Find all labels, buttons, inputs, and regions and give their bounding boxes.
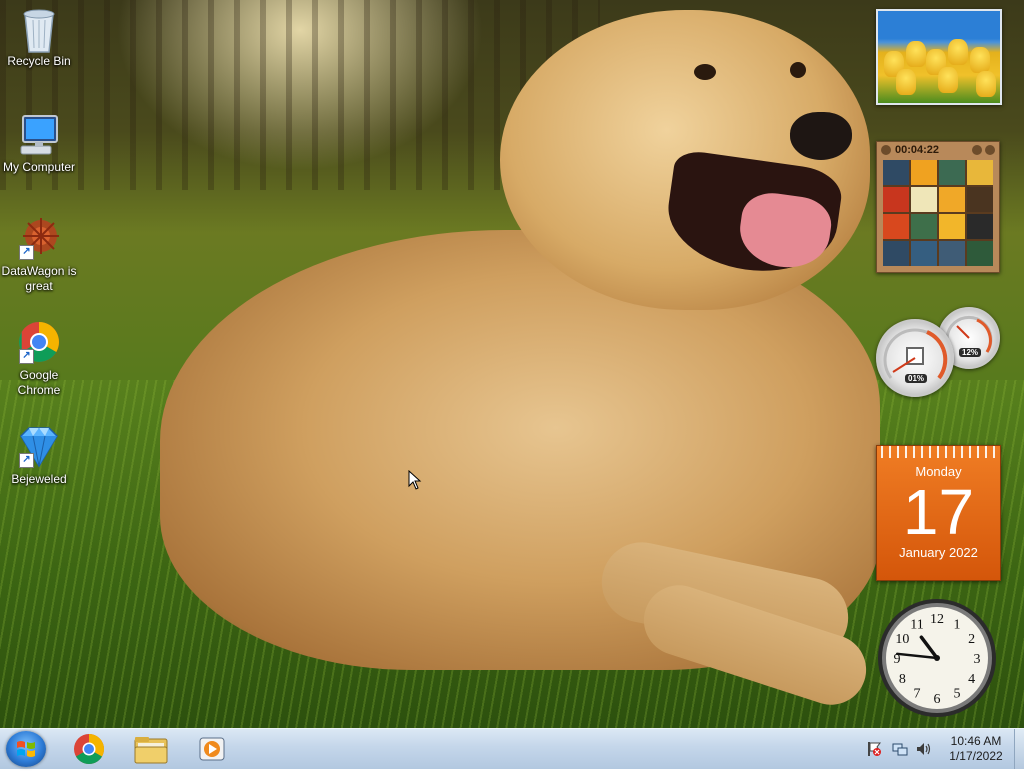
cpu-usage: 01% <box>905 374 928 383</box>
desktop-icon-label: My Computer <box>2 160 76 174</box>
puzzle-tile[interactable] <box>939 241 965 266</box>
clock-numeral: 7 <box>914 687 921 702</box>
taskbar-media-player[interactable] <box>186 731 240 767</box>
puzzle-tile[interactable] <box>883 160 909 185</box>
recycle-bin-icon <box>17 6 61 53</box>
desktop-icon-datawagon[interactable]: ↗ DataWagon is great <box>0 216 78 294</box>
windows-logo-icon <box>17 741 35 757</box>
desktop-wallpaper[interactable] <box>0 0 1024 728</box>
puzzle-back-icon[interactable] <box>881 145 891 155</box>
cpu-meter-gadget[interactable]: 12% 01% <box>876 305 1002 397</box>
desktop-icon-google-chrome[interactable]: ↗ Google Chrome <box>0 320 78 398</box>
puzzle-grid <box>883 160 993 266</box>
puzzle-help-icon[interactable] <box>972 145 982 155</box>
taskbar: 10:46 AM 1/17/2022 <box>0 728 1024 769</box>
puzzle-tile[interactable] <box>883 187 909 212</box>
taskbar-date: 1/17/2022 <box>949 749 1003 763</box>
puzzle-tile[interactable] <box>967 160 993 185</box>
desktop-icon-bejeweled[interactable]: ↗ Bejeweled <box>0 424 78 487</box>
system-clock[interactable]: 10:46 AM 1/17/2022 <box>940 734 1012 764</box>
clock-numeral: 12 <box>930 612 944 627</box>
clock-gadget[interactable]: 12 1 2 3 4 5 6 7 8 9 10 11 <box>876 597 998 719</box>
puzzle-tile[interactable] <box>911 241 937 266</box>
taskbar-time: 10:46 AM <box>950 734 1002 748</box>
puzzle-timer: 00:04:22 <box>895 144 940 156</box>
puzzle-tile[interactable] <box>911 214 937 239</box>
puzzle-tile[interactable] <box>883 241 909 266</box>
puzzle-tile[interactable] <box>967 187 993 212</box>
puzzle-tile[interactable] <box>911 160 937 185</box>
puzzle-tile[interactable] <box>939 160 965 185</box>
puzzle-tile[interactable] <box>967 214 993 239</box>
analog-clock-face: 12 1234567891011 <box>878 599 996 717</box>
mouse-cursor-icon <box>408 470 422 490</box>
start-button[interactable] <box>6 731 46 767</box>
desktop-icon-label: Recycle Bin <box>7 54 71 68</box>
clock-numeral: 4 <box>968 672 975 687</box>
show-desktop-button[interactable] <box>1014 729 1024 769</box>
datawagon-icon: ↗ <box>17 216 61 260</box>
chrome-icon <box>74 734 105 765</box>
desktop-icon-my-computer[interactable]: My Computer <box>0 112 78 175</box>
puzzle-tile[interactable] <box>883 214 909 239</box>
calendar-month-year: January 2022 <box>899 545 978 560</box>
clock-numeral: 11 <box>910 617 923 632</box>
bejeweled-icon: ↗ <box>17 424 61 468</box>
clock-numeral: 10 <box>895 632 909 647</box>
calendar-rings <box>881 446 996 458</box>
shortcut-arrow-icon: ↗ <box>19 453 34 468</box>
clock-numeral: 2 <box>968 632 975 647</box>
clock-numeral: 3 <box>974 652 981 667</box>
desktop-icon-label: Bejeweled <box>11 472 67 486</box>
cpu-dial: 01% <box>876 319 954 397</box>
shortcut-arrow-icon: ↗ <box>19 349 34 364</box>
clock-numeral: 6 <box>934 692 941 707</box>
wallpaper-dog-nose <box>790 112 852 160</box>
memory-usage: 12% <box>959 348 982 357</box>
calendar-day-number: 17 <box>902 476 975 548</box>
calendar-gadget[interactable]: Monday 17 January 2022 <box>876 445 1001 581</box>
clock-numeral: 1 <box>954 617 961 632</box>
tulip-photo <box>976 71 996 97</box>
desktop-icon-label: DataWagon is great <box>1 264 77 293</box>
clock-numeral: 8 <box>899 672 906 687</box>
network-icon[interactable] <box>892 741 908 757</box>
wallpaper-dog-eye <box>694 64 716 80</box>
tulip-photo <box>948 39 968 65</box>
desktop-icon-label: Google Chrome <box>17 368 61 397</box>
puzzle-shuffle-icon[interactable] <box>985 145 995 155</box>
tulip-photo <box>896 69 916 95</box>
volume-icon[interactable] <box>916 741 932 757</box>
puzzle-tile[interactable] <box>939 187 965 212</box>
puzzle-tile[interactable] <box>911 187 937 212</box>
picture-puzzle-gadget[interactable]: 00:04:22 <box>876 141 1000 273</box>
tulip-photo <box>906 41 926 67</box>
puzzle-tile[interactable] <box>967 241 993 266</box>
slideshow-gadget[interactable] <box>876 9 1002 105</box>
tulip-photo <box>938 67 958 93</box>
tulip-photo <box>970 47 990 73</box>
taskbar-chrome[interactable] <box>62 731 116 767</box>
chrome-icon: ↗ <box>17 320 61 364</box>
desktop-icon-recycle-bin[interactable]: Recycle Bin <box>0 6 78 69</box>
wallpaper-dog-eye <box>790 62 806 78</box>
folder-icon <box>134 737 168 764</box>
shortcut-arrow-icon: ↗ <box>19 245 34 260</box>
media-player-icon <box>199 737 225 761</box>
taskbar-explorer[interactable] <box>124 731 178 767</box>
action-center-flag-icon[interactable] <box>866 741 882 757</box>
puzzle-header: 00:04:22 <box>877 142 999 158</box>
computer-icon <box>17 112 61 156</box>
clock-numeral: 5 <box>954 687 961 702</box>
puzzle-tile[interactable] <box>939 214 965 239</box>
